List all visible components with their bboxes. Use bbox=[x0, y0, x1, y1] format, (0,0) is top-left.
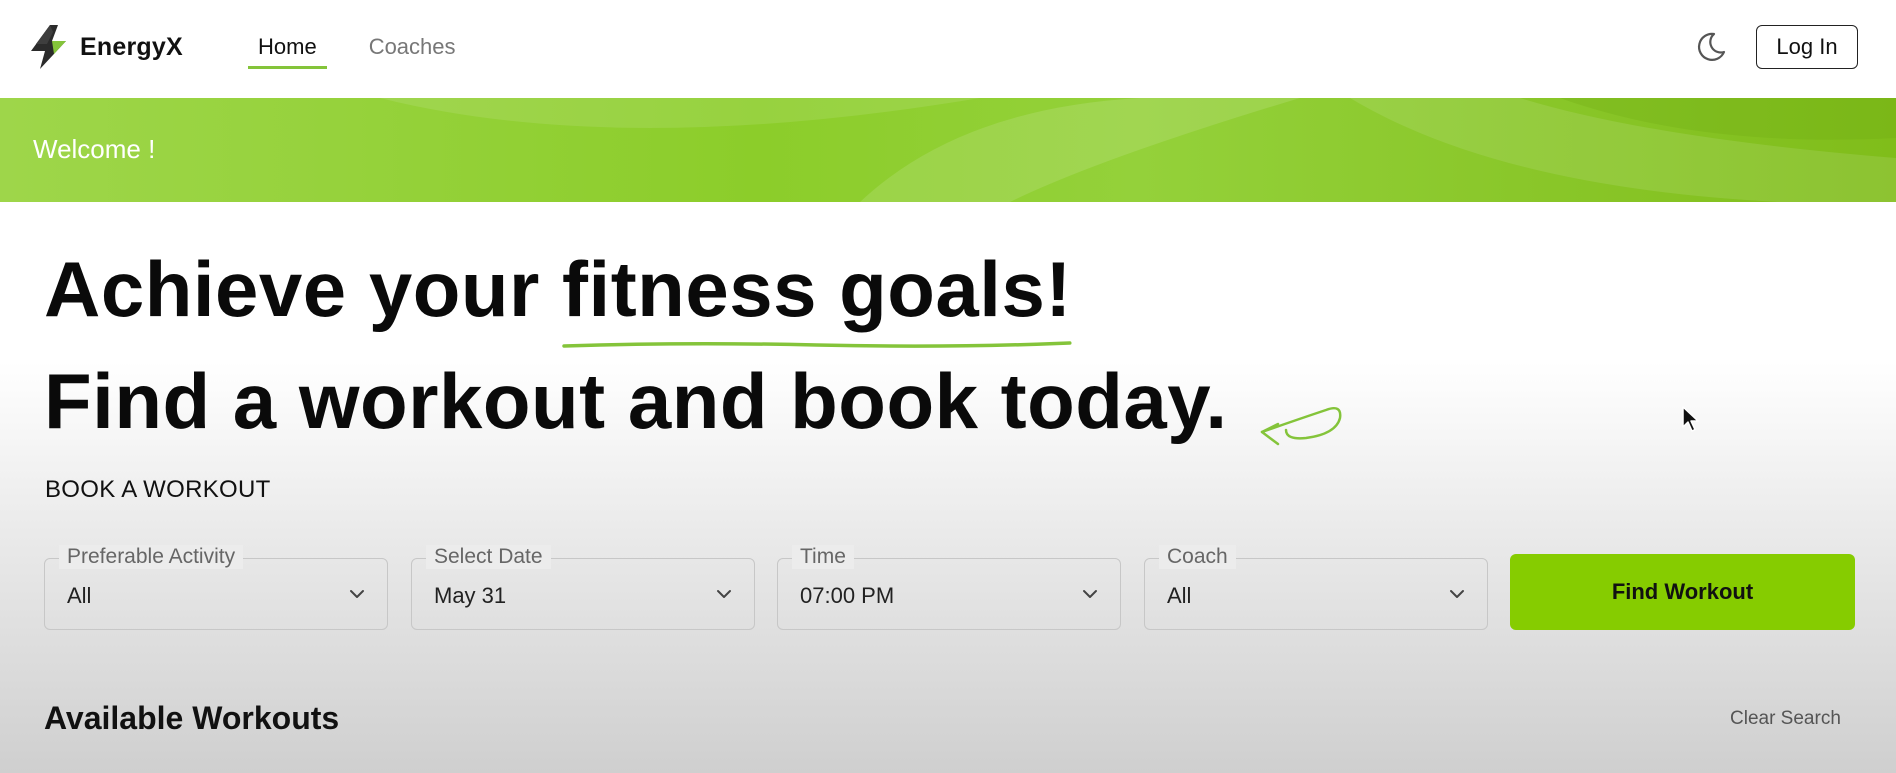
welcome-text: Welcome ! bbox=[33, 134, 156, 164]
hero-headline-line-2: Find a workout and book today. bbox=[44, 357, 1228, 445]
time-select[interactable]: Time 07:00 PM bbox=[777, 545, 1121, 630]
main-content: Achieve your fitness goals! Find a worko… bbox=[0, 202, 1896, 773]
hero-highlight-text: fitness goals! bbox=[562, 245, 1072, 333]
highlight-underline bbox=[562, 341, 1072, 348]
brand-name: EnergyX bbox=[80, 32, 183, 61]
chevron-down-icon bbox=[1083, 590, 1097, 598]
coach-select-value: All bbox=[1167, 583, 1192, 608]
date-select[interactable]: Select Date May 31 bbox=[411, 545, 755, 630]
hero-headline-line-1: Achieve your fitness goals! bbox=[44, 244, 1072, 348]
chevron-down-icon bbox=[717, 590, 731, 598]
time-select-label: Time bbox=[792, 545, 854, 569]
hero-headline-prefix: Achieve your bbox=[44, 245, 563, 333]
main-nav: Home Coaches bbox=[248, 32, 466, 69]
date-select-label: Select Date bbox=[426, 545, 551, 569]
activity-select[interactable]: Preferable Activity All bbox=[44, 545, 388, 630]
chevron-down-icon bbox=[1450, 590, 1464, 598]
chevron-down-icon bbox=[350, 590, 364, 598]
activity-select-label: Preferable Activity bbox=[59, 545, 244, 569]
book-workout-label: BOOK A WORKOUT bbox=[45, 476, 271, 503]
curly-arrow-icon bbox=[1260, 407, 1342, 446]
mouse-cursor-icon bbox=[1682, 406, 1699, 432]
brand-logo[interactable]: EnergyX bbox=[28, 24, 183, 70]
time-select-value: 07:00 PM bbox=[800, 583, 895, 608]
nav-home[interactable]: Home bbox=[248, 32, 327, 69]
lightning-bolt-icon bbox=[31, 25, 66, 69]
welcome-banner: Welcome ! bbox=[0, 98, 1896, 202]
coach-select-label: Coach bbox=[1159, 545, 1236, 569]
theme-toggle-button[interactable] bbox=[1694, 30, 1728, 64]
clear-search-link[interactable]: Clear Search bbox=[1730, 708, 1841, 730]
available-workouts-title: Available Workouts bbox=[44, 700, 340, 736]
banner-decoration bbox=[380, 98, 1896, 202]
nav-coaches[interactable]: Coaches bbox=[359, 32, 466, 69]
moon-icon bbox=[1697, 32, 1726, 61]
find-workout-button[interactable]: Find Workout bbox=[1510, 554, 1855, 630]
date-select-value: May 31 bbox=[434, 583, 507, 608]
activity-select-value: All bbox=[67, 583, 92, 608]
coach-select[interactable]: Coach All bbox=[1144, 545, 1488, 630]
hero-highlight: fitness goals! bbox=[562, 244, 1072, 348]
login-button[interactable]: Log In bbox=[1756, 25, 1858, 69]
top-navbar: EnergyX Home Coaches Log In bbox=[0, 0, 1896, 98]
